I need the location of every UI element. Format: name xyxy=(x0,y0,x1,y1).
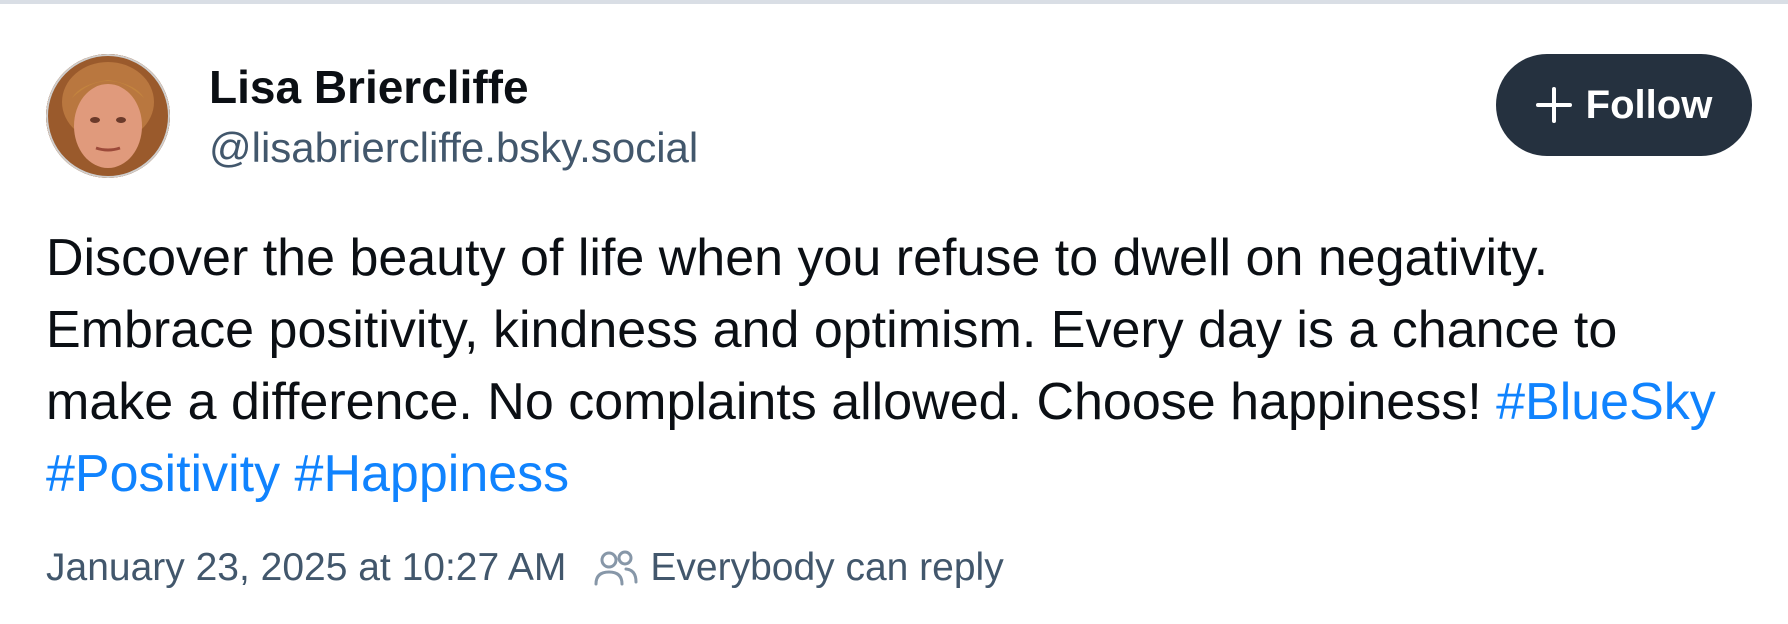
post-thread-item: Lisa Briercliffe @lisabriercliffe.bsky.s… xyxy=(0,4,1788,624)
follow-button-label: Follow xyxy=(1585,82,1713,127)
plus-icon xyxy=(1535,87,1572,123)
hashtag-happiness[interactable]: #Happiness xyxy=(295,445,570,503)
author-handle[interactable]: @lisabriercliffe.bsky.social xyxy=(209,124,698,172)
people-icon xyxy=(594,550,638,586)
hashtag-positivity[interactable]: #Positivity xyxy=(46,445,280,503)
follow-button[interactable]: Follow xyxy=(1496,54,1752,156)
post-timestamp[interactable]: January 23, 2025 at 10:27 AM xyxy=(46,546,566,590)
post-text: Discover the beauty of life when you ref… xyxy=(46,222,1756,510)
post-body-text: Discover the beauty of life when you ref… xyxy=(46,229,1618,431)
post-meta: January 23, 2025 at 10:27 AM Everybody c… xyxy=(46,542,1004,594)
hashtag-bluesky[interactable]: #BlueSky xyxy=(1496,373,1716,431)
author-display-name[interactable]: Lisa Briercliffe xyxy=(209,60,529,114)
reply-setting-label: Everybody can reply xyxy=(650,546,1004,589)
user-avatar-photo-icon xyxy=(46,54,170,178)
reply-setting[interactable]: Everybody can reply xyxy=(594,546,1004,590)
author-avatar[interactable] xyxy=(46,54,170,178)
